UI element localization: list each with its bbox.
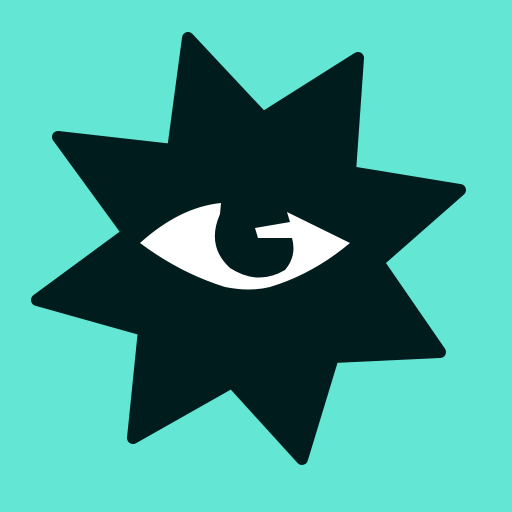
app-icon: [0, 0, 512, 512]
app-icon-graphic: [0, 0, 512, 512]
